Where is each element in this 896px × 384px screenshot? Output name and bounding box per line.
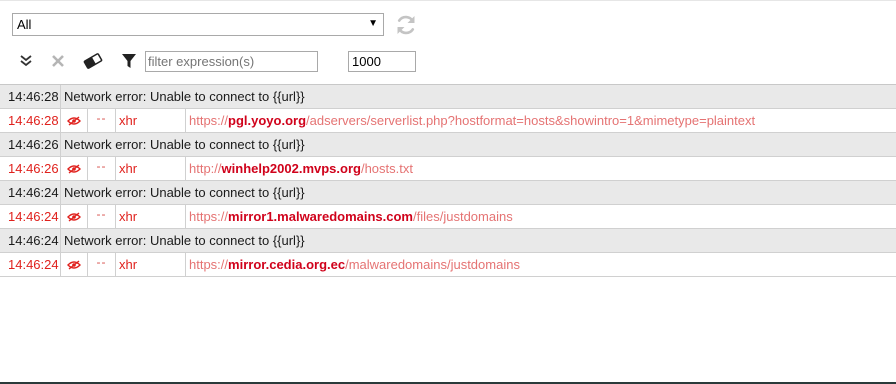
- tab-select-value: All: [17, 17, 32, 32]
- url-path: /malwaredomains/justdomains: [345, 257, 520, 272]
- log-url[interactable]: http://winhelp2002.mvps.org/hosts.txt: [186, 157, 413, 180]
- log-time: 14:46:28: [0, 109, 61, 132]
- eye-blocked-icon: [61, 109, 88, 132]
- log-time: 14:46:24: [0, 253, 61, 276]
- log-request-row[interactable]: 14:46:24 -- xhr https://mirror1.malwared…: [0, 205, 896, 229]
- log-time: 14:46:28: [0, 85, 61, 108]
- url-host: mirror.cedia.org.ec: [228, 257, 346, 272]
- eraser-icon[interactable]: [82, 52, 104, 70]
- top-border: [0, 0, 896, 1]
- url-scheme: https://: [189, 113, 229, 128]
- url-host: pgl.yoyo.org: [228, 113, 307, 128]
- log-error-row: 14:46:24 Network error: Unable to connec…: [0, 229, 896, 253]
- max-entries-input[interactable]: [348, 51, 416, 72]
- log-time: 14:46:24: [0, 229, 61, 252]
- logger-table: 14:46:28 Network error: Unable to connec…: [0, 84, 896, 277]
- log-url[interactable]: https://mirror.cedia.org.ec/malwaredomai…: [186, 253, 520, 276]
- log-dash: --: [88, 205, 116, 228]
- log-type: xhr: [116, 109, 186, 132]
- log-time: 14:46:24: [0, 181, 61, 204]
- log-error-row: 14:46:26 Network error: Unable to connec…: [0, 133, 896, 157]
- log-time: 14:46:26: [0, 133, 61, 156]
- log-request-row[interactable]: 14:46:26 -- xhr http://winhelp2002.mvps.…: [0, 157, 896, 181]
- url-scheme: https://: [189, 257, 229, 272]
- dropdown-arrow-icon: ▼: [368, 18, 378, 29]
- eye-blocked-icon: [61, 205, 88, 228]
- log-dash: --: [88, 157, 116, 180]
- filter-icon[interactable]: [120, 52, 138, 70]
- url-host: winhelp2002.mvps.org: [221, 161, 361, 176]
- log-error-row: 14:46:28 Network error: Unable to connec…: [0, 85, 896, 109]
- log-message: Network error: Unable to connect to {{ur…: [64, 233, 305, 248]
- log-time: 14:46:24: [0, 205, 61, 228]
- eye-blocked-icon: [61, 157, 88, 180]
- url-host: mirror1.malwaredomains.com: [228, 209, 413, 224]
- log-type: xhr: [116, 205, 186, 228]
- log-message: Network error: Unable to connect to {{ur…: [64, 89, 305, 104]
- url-path: /hosts.txt: [360, 161, 413, 176]
- url-scheme: https://: [189, 209, 229, 224]
- log-type: xhr: [116, 253, 186, 276]
- url-scheme: http://: [189, 161, 222, 176]
- clear-icon[interactable]: [49, 52, 67, 70]
- log-dash: --: [88, 109, 116, 132]
- url-path: /adservers/serverlist.php?hostformat=hos…: [306, 113, 756, 128]
- log-message: Network error: Unable to connect to {{ur…: [64, 185, 305, 200]
- eye-blocked-icon: [61, 253, 88, 276]
- log-type: xhr: [116, 157, 186, 180]
- log-time: 14:46:26: [0, 157, 61, 180]
- tab-select[interactable]: All ▼: [12, 13, 384, 36]
- log-message: Network error: Unable to connect to {{ur…: [64, 137, 305, 152]
- log-request-row[interactable]: 14:46:24 -- xhr https://mirror.cedia.org…: [0, 253, 896, 277]
- log-url[interactable]: https://pgl.yoyo.org/adservers/serverlis…: [186, 109, 755, 132]
- log-url[interactable]: https://mirror1.malwaredomains.com/files…: [186, 205, 513, 228]
- filter-input[interactable]: [145, 51, 318, 72]
- log-dash: --: [88, 253, 116, 276]
- log-request-row[interactable]: 14:46:28 -- xhr https://pgl.yoyo.org/ads…: [0, 109, 896, 133]
- expand-all-icon[interactable]: [17, 52, 35, 70]
- reload-icon[interactable]: [394, 13, 418, 37]
- log-error-row: 14:46:24 Network error: Unable to connec…: [0, 181, 896, 205]
- url-path: /files/justdomains: [413, 209, 513, 224]
